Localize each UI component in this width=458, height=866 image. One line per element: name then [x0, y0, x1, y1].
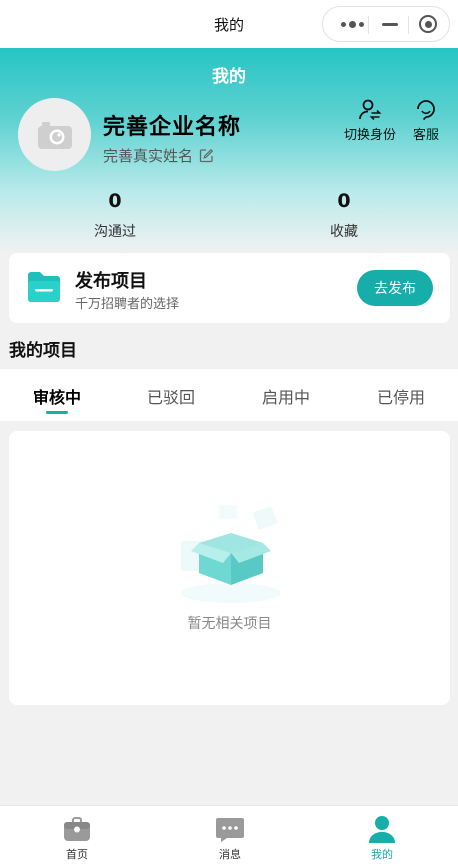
customer-service-icon	[417, 100, 435, 121]
switch-identity-label: 切换身份	[344, 128, 397, 143]
empty-state-text: 暂无相关项目	[187, 616, 272, 632]
home-briefcase-icon	[64, 817, 90, 841]
tab-enabled[interactable]: 启用中	[229, 384, 343, 408]
switch-user-icon	[359, 99, 382, 121]
stat-contacted-label: 沟通过	[94, 224, 136, 240]
tab-under-review[interactable]: 审核中	[0, 384, 114, 408]
stat-favorites-value: 0	[337, 190, 351, 212]
edit-icon	[199, 148, 214, 163]
avatar[interactable]	[18, 98, 91, 171]
tabbar-home[interactable]: 首页	[32, 814, 122, 862]
top-navigation-bar: 我的	[0, 0, 458, 48]
profile-header: 我的 完善企业名称 完善真实姓名 切换身份 客服 0 沟通过 0 收藏	[0, 48, 458, 253]
minus-icon	[382, 22, 398, 26]
tabbar-profile-label: 我的	[371, 848, 393, 861]
stat-contacted[interactable]: 0 沟通过	[55, 190, 175, 241]
publish-subtitle: 千万招聘者的选择	[75, 297, 180, 312]
active-tab-indicator	[46, 411, 68, 414]
tabbar-profile[interactable]: 我的	[337, 814, 427, 862]
camera-icon	[37, 121, 72, 149]
project-list-empty: 暂无相关项目	[9, 431, 450, 705]
publish-title: 发布项目	[75, 271, 147, 292]
tab-rejected[interactable]: 已驳回	[114, 384, 228, 408]
close-miniprogram-button[interactable]	[407, 7, 449, 41]
tabbar-messages[interactable]: 消息	[185, 814, 275, 862]
folder-icon	[28, 272, 60, 302]
go-publish-button[interactable]: 去发布	[357, 270, 433, 306]
real-name-text: 完善真实姓名	[103, 147, 194, 165]
stat-favorites[interactable]: 0 收藏	[284, 190, 404, 241]
tab-disabled[interactable]: 已停用	[344, 384, 458, 408]
company-name[interactable]: 完善企业名称	[103, 109, 241, 141]
tabbar-home-label: 首页	[66, 848, 88, 861]
message-icon	[216, 818, 244, 842]
bottom-tab-bar: 首页 消息 我的	[0, 805, 458, 866]
customer-service-button[interactable]: 客服	[413, 98, 439, 143]
customer-service-label: 客服	[413, 128, 440, 143]
my-projects-heading: 我的项目	[9, 341, 77, 361]
stat-contacted-value: 0	[108, 190, 122, 212]
tabbar-messages-label: 消息	[219, 848, 241, 861]
real-name-link[interactable]: 完善真实姓名	[103, 145, 214, 166]
more-dots-icon	[340, 20, 364, 28]
profile-icon	[369, 816, 395, 843]
capsule-menu	[322, 6, 450, 42]
stat-favorites-label: 收藏	[330, 224, 358, 240]
empty-box-icon	[181, 505, 281, 603]
more-button[interactable]	[331, 7, 373, 41]
minimize-button[interactable]	[369, 7, 411, 41]
target-circle-icon	[419, 15, 437, 33]
project-status-tabs: 审核中 已驳回 启用中 已停用	[0, 369, 458, 421]
publish-project-card: 发布项目 千万招聘者的选择 去发布	[9, 253, 450, 323]
switch-identity-button[interactable]: 切换身份	[344, 98, 396, 143]
page-title: 我的	[212, 67, 246, 87]
